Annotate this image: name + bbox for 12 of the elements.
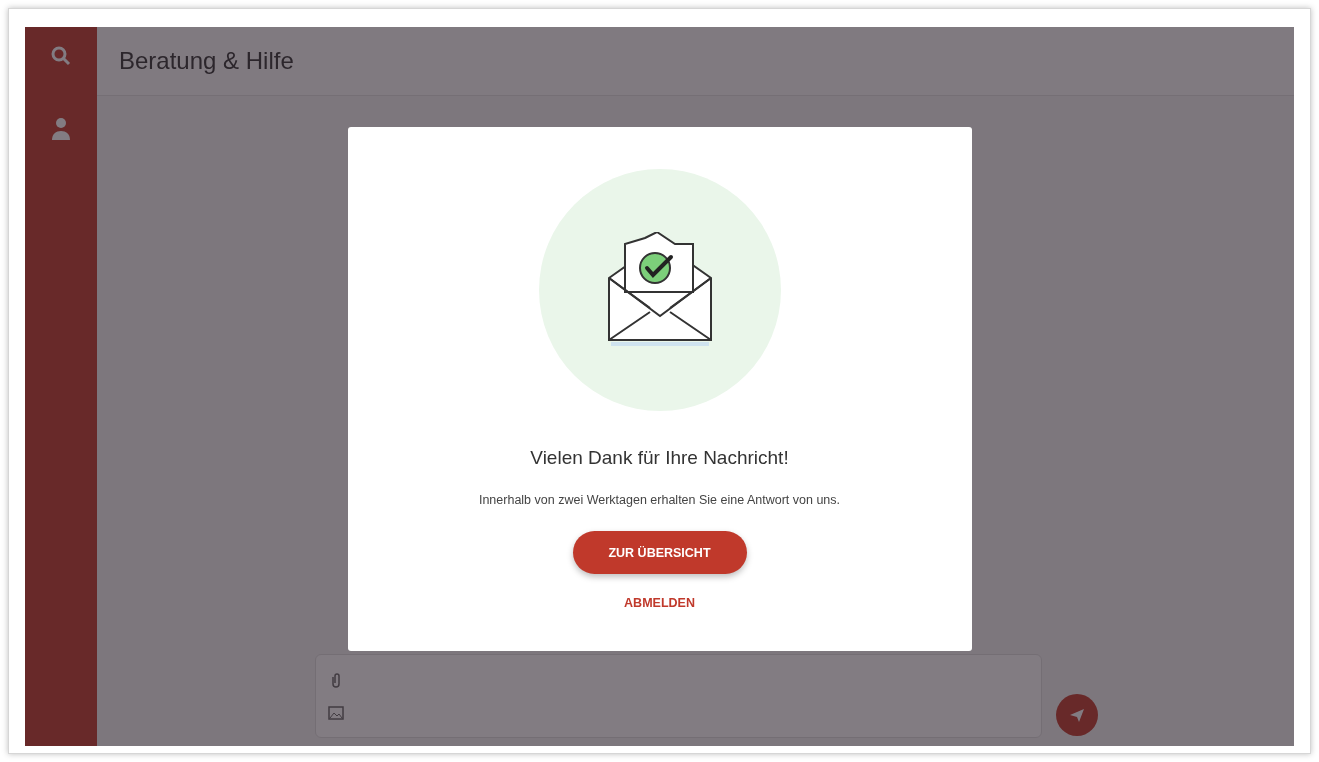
magnifier-icon[interactable] xyxy=(50,45,72,67)
send-icon xyxy=(1069,707,1085,723)
message-field[interactable] xyxy=(315,654,1042,738)
dialog-message: Innerhalb von zwei Werktagen erhalten Sie eine Antwort von uns. xyxy=(478,493,841,507)
overview-button[interactable]: ZUR ÜBERSICHT xyxy=(572,531,747,574)
logout-link[interactable]: ABMELDEN xyxy=(624,596,695,610)
paperclip-icon[interactable] xyxy=(330,672,342,688)
page-title: Beratung & Hilfe xyxy=(119,47,294,75)
image-icon[interactable] xyxy=(328,706,344,720)
person-icon[interactable] xyxy=(51,117,71,141)
send-button[interactable] xyxy=(1056,694,1098,736)
dialog-title: Vielen Dank für Ihre Nachricht! xyxy=(530,447,789,469)
